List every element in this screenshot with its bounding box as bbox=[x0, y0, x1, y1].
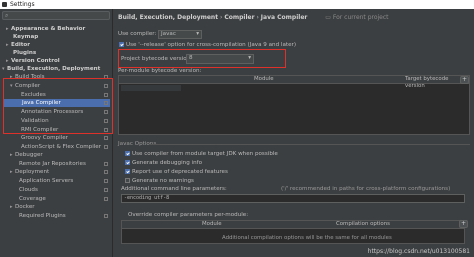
sidebar-item-label: Debugger bbox=[15, 152, 43, 158]
override-table[interactable]: Module Compilation options Additional co… bbox=[121, 220, 465, 244]
column-module: Module bbox=[254, 76, 274, 82]
project-scope-note: For current project bbox=[332, 14, 389, 21]
sidebar-item[interactable]: Plugins bbox=[2, 49, 110, 57]
sidebar-item[interactable]: ▸ Appearance & Behavior bbox=[2, 25, 110, 33]
sidebar-item[interactable]: ActionScript & Flex Compiler bbox=[2, 143, 110, 151]
javac-option-checkbox[interactable] bbox=[125, 151, 130, 156]
section-divider bbox=[150, 144, 470, 145]
sidebar-item[interactable]: Keymap bbox=[2, 33, 110, 41]
sidebar-item-label: Groovy Compiler bbox=[21, 135, 68, 141]
sidebar-item-label: Editor bbox=[11, 42, 31, 48]
sidebar-item-label: Remote Jar Repositories bbox=[19, 161, 86, 167]
breadcrumb: Build, Execution, Deployment › Compiler … bbox=[118, 14, 389, 21]
sidebar-item-label: ActionScript & Flex Compiler bbox=[21, 144, 102, 150]
javac-option-label: Use compiler from module target JDK when… bbox=[132, 151, 278, 157]
sidebar-item[interactable]: Clouds bbox=[2, 186, 110, 194]
sidebar-item[interactable]: ▸ Docker bbox=[2, 203, 110, 211]
javac-option-checkbox[interactable] bbox=[125, 169, 130, 174]
breadcrumb-part-1: Build, Execution, Deployment bbox=[118, 14, 219, 21]
column-module: Module bbox=[202, 221, 222, 227]
release-option-checkbox[interactable] bbox=[119, 42, 124, 47]
sidebar-item-label: Version Control bbox=[11, 58, 60, 64]
column-compilation-options: Compilation options bbox=[336, 221, 390, 227]
breadcrumb-part-2: Compiler bbox=[224, 14, 255, 21]
params-label: Additional command line parameters: bbox=[121, 186, 227, 192]
release-option-row[interactable]: Use '--release' option for cross-compila… bbox=[119, 42, 296, 48]
sidebar-item-label: Application Servers bbox=[19, 178, 74, 184]
sidebar-item-label: Clouds bbox=[19, 187, 38, 193]
sidebar-item[interactable]: Required Plugins bbox=[2, 212, 110, 220]
javac-option-label: Generate no warnings bbox=[132, 178, 194, 184]
project-scope-icon bbox=[104, 170, 108, 174]
project-scope-icon bbox=[104, 145, 108, 149]
override-hint: Additional compilation options will be t… bbox=[222, 235, 392, 241]
per-module-label: Per-module bytecode version: bbox=[118, 68, 202, 74]
watermark: https://blog.csdn.net/u013100581 bbox=[367, 248, 470, 255]
table-header: Module Compilation options bbox=[122, 221, 464, 229]
sidebar-item[interactable]: Groovy Compiler bbox=[2, 134, 110, 142]
sidebar-item[interactable]: Remote Jar Repositories bbox=[2, 160, 110, 168]
override-label: Override compiler parameters per-module: bbox=[128, 212, 249, 218]
use-compiler-select[interactable]: Javac ▾ bbox=[158, 30, 202, 39]
javac-option-row[interactable]: Generate no warnings bbox=[125, 178, 194, 184]
sidebar-item-label: Coverage bbox=[19, 196, 46, 202]
javac-option-row[interactable]: Use compiler from module target JDK when… bbox=[125, 151, 278, 157]
javac-option-row[interactable]: Generate debugging info bbox=[125, 160, 202, 166]
sidebar-item-label: Build, Execution, Deployment bbox=[7, 66, 101, 72]
breadcrumb-separator: › bbox=[220, 14, 223, 21]
release-option-label: Use '--release' option for cross-compila… bbox=[126, 42, 297, 48]
highlight-box-sidebar bbox=[3, 78, 113, 134]
sidebar-item[interactable]: ▸ Editor bbox=[2, 41, 110, 49]
sidebar-item[interactable]: ▸ Debugger bbox=[2, 151, 110, 159]
table-row[interactable] bbox=[121, 85, 181, 91]
sidebar-item-label: Keymap bbox=[13, 34, 39, 40]
window-title-bar: Settings bbox=[0, 0, 474, 9]
javac-option-row[interactable]: Report use of deprecated features bbox=[125, 169, 228, 175]
add-override-button[interactable]: + bbox=[459, 220, 468, 228]
sidebar-item-label: Plugins bbox=[13, 50, 37, 56]
app-icon bbox=[2, 2, 7, 7]
project-scope-icon: ▭ bbox=[325, 14, 331, 21]
sidebar-item[interactable]: Coverage bbox=[2, 195, 110, 203]
table-header: Module Target bytecode version bbox=[119, 76, 469, 89]
settings-search-input[interactable]: ⌕ bbox=[2, 11, 110, 20]
window-title: Settings bbox=[10, 1, 35, 8]
per-module-table[interactable]: Module Target bytecode version bbox=[118, 75, 470, 135]
sidebar-item[interactable]: ▸ Version Control bbox=[2, 57, 110, 65]
javac-option-checkbox[interactable] bbox=[125, 178, 130, 183]
project-scope-icon bbox=[104, 179, 108, 183]
sidebar-item[interactable]: Application Servers bbox=[2, 177, 110, 185]
project-scope-icon bbox=[104, 197, 108, 201]
javac-option-label: Generate debugging info bbox=[132, 160, 203, 166]
add-module-button[interactable]: + bbox=[460, 76, 469, 84]
breadcrumb-part-3: Java Compiler bbox=[260, 14, 308, 21]
use-compiler-label: Use compiler: bbox=[118, 31, 157, 37]
sidebar-item[interactable]: ▸ Deployment bbox=[2, 168, 110, 176]
project-scope-icon bbox=[104, 214, 108, 218]
sidebar-item[interactable]: ▾ Build, Execution, Deployment bbox=[2, 65, 110, 73]
sidebar-item-label: Appearance & Behavior bbox=[11, 26, 86, 32]
project-scope-icon bbox=[104, 136, 108, 140]
sidebar-item-label: Required Plugins bbox=[19, 213, 66, 219]
use-compiler-value: Javac bbox=[161, 31, 176, 37]
project-scope-icon bbox=[104, 188, 108, 192]
highlight-box-bytecode bbox=[118, 49, 286, 68]
params-input[interactable]: -encoding utf-8 bbox=[121, 194, 465, 203]
javac-option-label: Report use of deprecated features bbox=[132, 169, 228, 175]
chevron-down-icon: ▾ bbox=[196, 31, 199, 37]
params-hint: ('/' recommended in paths for cross-plat… bbox=[281, 186, 451, 192]
breadcrumb-separator: › bbox=[256, 14, 259, 21]
sidebar-item-label: Deployment bbox=[15, 169, 50, 175]
project-scope-icon bbox=[104, 162, 108, 166]
sidebar-item-label: Docker bbox=[15, 204, 35, 210]
javac-option-checkbox[interactable] bbox=[125, 160, 130, 165]
search-icon: ⌕ bbox=[5, 12, 9, 19]
